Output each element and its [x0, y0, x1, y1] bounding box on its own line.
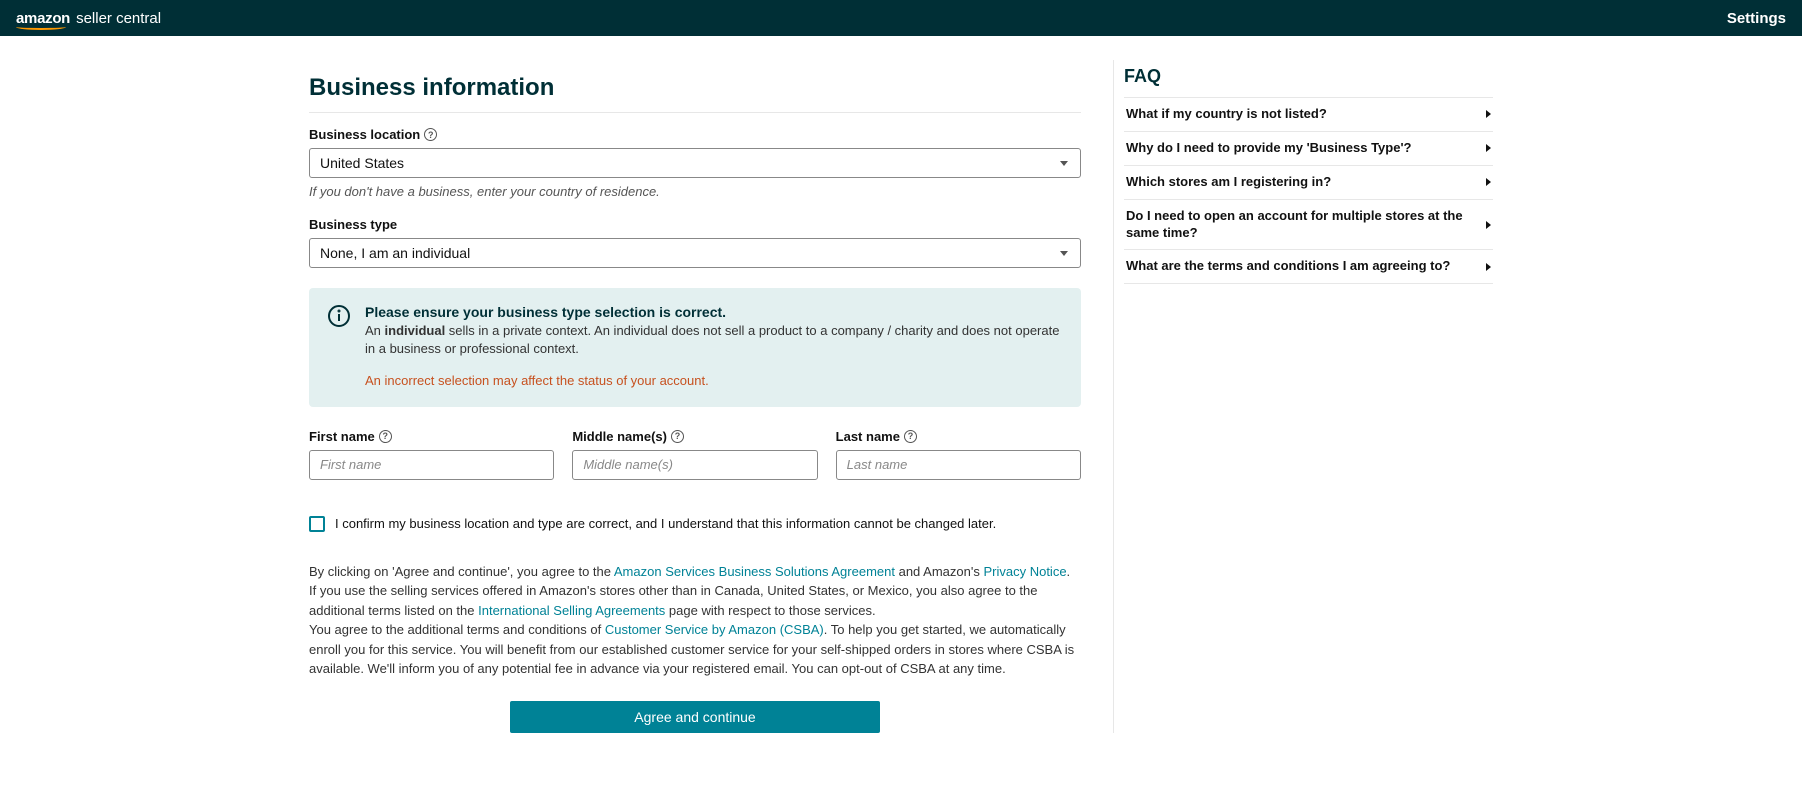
faq-item-which-stores[interactable]: Which stores am I registering in?: [1124, 166, 1493, 200]
business-type-label: Business type: [309, 217, 1081, 232]
chevron-right-icon: [1486, 263, 1491, 271]
business-location-value: United States: [320, 155, 404, 171]
first-name-input[interactable]: [309, 450, 554, 480]
business-location-select[interactable]: United States: [309, 148, 1081, 178]
business-type-label-text: Business type: [309, 217, 397, 232]
faq-item-label: Why do I need to provide my 'Business Ty…: [1126, 140, 1412, 157]
help-icon[interactable]: ?: [671, 430, 684, 443]
faq-item-multiple-stores[interactable]: Do I need to open an account for multipl…: [1124, 200, 1493, 251]
chevron-right-icon: [1486, 110, 1491, 118]
brand-amazon: amazon: [16, 10, 70, 27]
middle-name-label-text: Middle name(s): [572, 429, 667, 444]
info-body-rest: sells in a private context. An individua…: [365, 323, 1059, 356]
legal-p1c: .: [1067, 564, 1071, 579]
link-bsa[interactable]: Amazon Services Business Solutions Agree…: [614, 564, 895, 579]
faq-item-label: Which stores am I registering in?: [1126, 174, 1331, 191]
faq-item-label: What are the terms and conditions I am a…: [1126, 258, 1450, 275]
last-name-label-text: Last name: [836, 429, 900, 444]
faq-item-label: What if my country is not listed?: [1126, 106, 1327, 123]
faq-item-business-type[interactable]: Why do I need to provide my 'Business Ty…: [1124, 132, 1493, 166]
faq-item-country-not-listed[interactable]: What if my country is not listed?: [1124, 98, 1493, 132]
info-box: Please ensure your business type selecti…: [309, 288, 1081, 407]
legal-text: By clicking on 'Agree and continue', you…: [309, 562, 1081, 679]
last-name-label: Last name ?: [836, 429, 1081, 444]
info-body-bold: individual: [385, 323, 446, 338]
main-content: Business information Business location ?…: [309, 60, 1081, 733]
faq-item-terms[interactable]: What are the terms and conditions I am a…: [1124, 250, 1493, 284]
legal-p3a: You agree to the additional terms and co…: [309, 622, 605, 637]
business-location-label-text: Business location: [309, 127, 420, 142]
first-name-label-text: First name: [309, 429, 375, 444]
help-icon[interactable]: ?: [424, 128, 437, 141]
legal-p1a: By clicking on 'Agree and continue', you…: [309, 564, 614, 579]
faq-panel: FAQ What if my country is not listed? Wh…: [1113, 60, 1493, 733]
faq-title: FAQ: [1124, 66, 1493, 98]
link-intl[interactable]: International Selling Agreements: [478, 603, 665, 618]
first-name-label: First name ?: [309, 429, 554, 444]
middle-name-label: Middle name(s) ?: [572, 429, 817, 444]
business-location-helper: If you don't have a business, enter your…: [309, 184, 1081, 199]
info-title: Please ensure your business type selecti…: [365, 304, 1063, 320]
brand-logo: amazon seller central: [16, 10, 161, 27]
info-icon: [327, 304, 351, 391]
business-location-label: Business location ?: [309, 127, 1081, 142]
info-body-prefix: An: [365, 323, 385, 338]
middle-name-input[interactable]: [572, 450, 817, 480]
chevron-right-icon: [1486, 144, 1491, 152]
chevron-right-icon: [1486, 221, 1491, 229]
business-type-value: None, I am an individual: [320, 245, 470, 261]
app-header: amazon seller central Settings: [0, 0, 1802, 36]
info-body: An individual sells in a private context…: [365, 322, 1063, 358]
business-type-select[interactable]: None, I am an individual: [309, 238, 1081, 268]
faq-item-label: Do I need to open an account for multipl…: [1126, 208, 1476, 242]
agree-continue-button[interactable]: Agree and continue: [510, 701, 880, 733]
confirm-checkbox[interactable]: [309, 516, 325, 532]
chevron-right-icon: [1486, 178, 1491, 186]
legal-p2b: page with respect to those services.: [665, 603, 875, 618]
last-name-input[interactable]: [836, 450, 1081, 480]
help-icon[interactable]: ?: [904, 430, 917, 443]
link-csba[interactable]: Customer Service by Amazon (CSBA): [605, 622, 824, 637]
page-title: Business information: [309, 74, 1081, 113]
legal-p1b: and Amazon's: [895, 564, 983, 579]
help-icon[interactable]: ?: [379, 430, 392, 443]
link-privacy[interactable]: Privacy Notice: [983, 564, 1066, 579]
settings-link[interactable]: Settings: [1727, 10, 1786, 27]
info-warning: An incorrect selection may affect the st…: [365, 372, 1063, 390]
confirm-label: I confirm my business location and type …: [335, 516, 996, 531]
brand-seller-central: seller central: [76, 10, 161, 27]
